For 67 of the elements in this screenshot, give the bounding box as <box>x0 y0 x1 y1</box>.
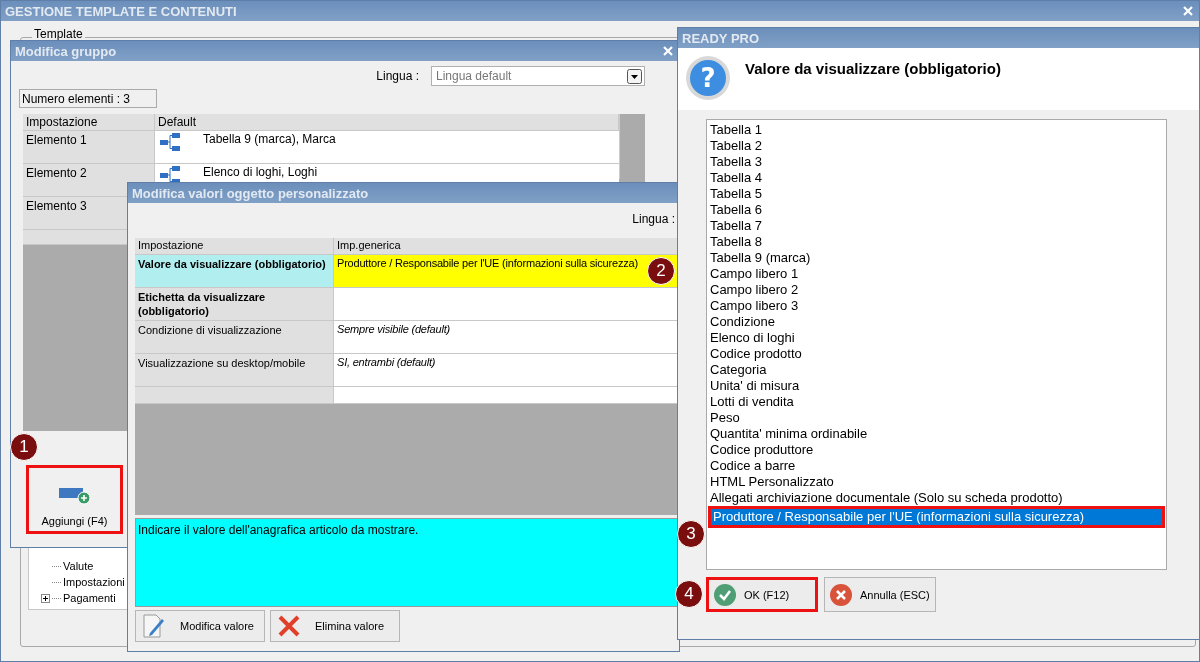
check-icon <box>714 583 736 606</box>
column-header: Default <box>155 114 619 130</box>
list-option[interactable]: Codice prodotto <box>708 346 1165 362</box>
list-option[interactable]: Codice produttore <box>708 442 1165 458</box>
list-option[interactable]: HTML Personalizzato <box>708 474 1165 490</box>
list-option[interactable]: Tabella 8 <box>708 234 1165 250</box>
list-option[interactable]: Tabella 5 <box>708 186 1165 202</box>
list-option[interactable]: Allegati archiviazione documentale (Solo su scheda prodotto) <box>708 490 1165 506</box>
language-dropdown[interactable]: Lingua default <box>431 66 645 86</box>
list-option[interactable]: Tabella 1 <box>708 122 1165 138</box>
row-header[interactable]: Etichetta da visualizzare (obbligatorio) <box>135 288 334 320</box>
row-header: Elemento 1 <box>23 131 155 163</box>
row-header[interactable]: Condizione di visualizzazione <box>135 321 334 353</box>
list-option[interactable]: Quantita' minima ordinabile <box>708 426 1165 442</box>
delete-button[interactable]: Elimina valore <box>270 610 400 642</box>
list-option[interactable]: Unita' di misura <box>708 378 1165 394</box>
list-option[interactable]: Condizione <box>708 314 1165 330</box>
column-header: Impostazione <box>23 114 155 130</box>
cancel-button[interactable]: Annulla (ESC) <box>824 577 936 612</box>
list-option[interactable]: Categoria <box>708 362 1165 378</box>
edit-icon <box>142 613 166 639</box>
expand-icon[interactable] <box>41 593 50 603</box>
list-option[interactable]: Peso <box>708 410 1165 426</box>
dialog-heading: Valore da visualizzare (obbligatorio) <box>745 60 1001 79</box>
add-button[interactable]: Aggiungi (F4) <box>26 465 123 534</box>
row-header[interactable]: Visualizzazione su desktop/mobile <box>135 354 334 386</box>
table-cell: Elenco di loghi, Loghi <box>203 165 318 179</box>
list-option[interactable]: Tabella 4 <box>708 170 1165 186</box>
description-box: Indicare il valore dell'anagrafica articolo da mostrare. <box>135 518 679 607</box>
window-title: READY PRO <box>682 30 760 46</box>
group-label: Template <box>32 27 85 41</box>
close-icon[interactable] <box>663 46 673 56</box>
list-option[interactable]: Campo libero 1 <box>708 266 1165 282</box>
list-option[interactable]: Campo libero 3 <box>708 298 1165 314</box>
element-count: Numero elementi : 3 <box>19 89 157 108</box>
list-option[interactable]: Tabella 7 <box>708 218 1165 234</box>
ok-button[interactable]: OK (F12) <box>706 577 818 612</box>
list-option[interactable]: Produttore / Responsabile per l'UE (informazioni sulla sicurezza) <box>708 506 1165 528</box>
list-option[interactable]: Tabella 6 <box>708 202 1165 218</box>
edit-button[interactable]: Modifica valore <box>135 610 265 642</box>
window-title: Modifica gruppo <box>15 43 117 59</box>
tree-item[interactable]: Valute <box>63 560 94 572</box>
language-label: Lingua : <box>376 69 419 83</box>
list-option[interactable]: Codice a barre <box>708 458 1165 474</box>
tree-item[interactable]: Pagamenti <box>63 592 116 604</box>
row-header[interactable]: Valore da visualizzare (obbligatorio) <box>135 255 334 287</box>
table-cell[interactable]: Sempre visibile (default) <box>334 321 679 353</box>
add-icon <box>58 485 91 505</box>
cross-icon <box>277 614 301 638</box>
language-label: Lingua : <box>632 212 675 228</box>
tree-item[interactable]: Impostazioni <box>63 576 125 588</box>
list-option[interactable]: Tabella 2 <box>708 138 1165 154</box>
table-cell[interactable] <box>334 288 679 320</box>
window-title: GESTIONE TEMPLATE E CONTENUTI <box>5 3 237 19</box>
hierarchy-icon <box>159 132 181 152</box>
close-icon[interactable] <box>1183 6 1193 16</box>
close-icon <box>830 583 852 606</box>
list-option[interactable]: Tabella 3 <box>708 154 1165 170</box>
list-option[interactable]: Tabella 9 (marca) <box>708 250 1165 266</box>
table-cell: Tabella 9 (marca), Marca <box>203 132 336 146</box>
list-option[interactable]: Campo libero 2 <box>708 282 1165 298</box>
column-header: Imp.generica <box>334 238 679 254</box>
question-icon: ? <box>685 55 731 101</box>
list-option[interactable]: Lotti di vendita <box>708 394 1165 410</box>
column-header: Impostazione <box>135 238 334 254</box>
table-cell[interactable]: SI, entrambi (default) <box>334 354 679 386</box>
list-option[interactable]: Elenco di loghi <box>708 330 1165 346</box>
